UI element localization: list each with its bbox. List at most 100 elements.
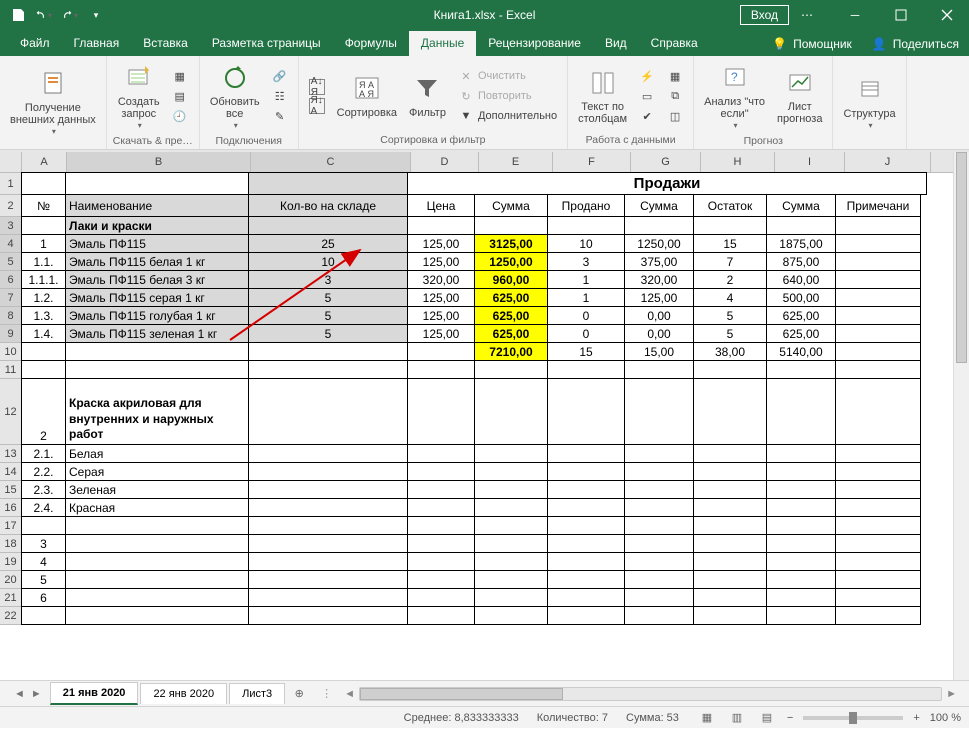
maximize-button[interactable]: [879, 0, 923, 30]
cell-13-A[interactable]: 2.1.: [21, 444, 66, 463]
advanced-filter-button[interactable]: ▼Дополнительно: [454, 107, 561, 125]
col-head-D[interactable]: D: [411, 152, 479, 172]
worksheet[interactable]: ABCDEFGHIJ 1Продажи2№НаименованиеКол-во …: [0, 152, 969, 680]
cell-16-E[interactable]: [474, 498, 548, 517]
cell-7-J[interactable]: [835, 288, 921, 307]
cell-4-G[interactable]: 1250,00: [624, 234, 694, 253]
tab-home[interactable]: Главная: [62, 31, 132, 56]
cell-15-D[interactable]: [407, 480, 475, 499]
cell-13-D[interactable]: [407, 444, 475, 463]
cell-6-B[interactable]: Эмаль ПФ115 белая 3 кг: [65, 270, 249, 289]
cell-20-C[interactable]: [248, 570, 408, 589]
col-head-C[interactable]: C: [251, 152, 411, 172]
cell-11-F[interactable]: [547, 360, 625, 379]
cell-8-E[interactable]: 625,00: [474, 306, 548, 325]
cell-15-A[interactable]: 2.3.: [21, 480, 66, 499]
cell-19-H[interactable]: [693, 552, 767, 571]
cell-16-I[interactable]: [766, 498, 836, 517]
cell-6-D[interactable]: 320,00: [407, 270, 475, 289]
cell-17-H[interactable]: [693, 516, 767, 535]
cell-3-G[interactable]: [624, 216, 694, 235]
relationships-button[interactable]: ⧉: [663, 87, 687, 105]
cell-12-B[interactable]: Краска акриловая для внутренних и наружн…: [65, 378, 249, 445]
refresh-all-button[interactable]: Обновить все: [206, 60, 264, 133]
cell-14-H[interactable]: [693, 462, 767, 481]
cell-16-G[interactable]: [624, 498, 694, 517]
col-head-H[interactable]: H: [701, 152, 775, 172]
cell-22-I[interactable]: [766, 606, 836, 625]
cell-16-J[interactable]: [835, 498, 921, 517]
vertical-scrollbar[interactable]: [953, 152, 969, 680]
tab-data[interactable]: Данные: [409, 31, 476, 56]
cell-13-J[interactable]: [835, 444, 921, 463]
cell-15-H[interactable]: [693, 480, 767, 499]
outline-button[interactable]: Структура: [839, 72, 899, 133]
cell-5-I[interactable]: 875,00: [766, 252, 836, 271]
cell-7-D[interactable]: 125,00: [407, 288, 475, 307]
cell-17-C[interactable]: [248, 516, 408, 535]
cell-5-E[interactable]: 1250,00: [474, 252, 548, 271]
view-normal-button[interactable]: ▦: [697, 710, 717, 726]
tab-nav-prev[interactable]: ◄: [14, 688, 25, 700]
col-head-J[interactable]: J: [845, 152, 931, 172]
cell-4-E[interactable]: 3125,00: [474, 234, 548, 253]
cell-22-E[interactable]: [474, 606, 548, 625]
cell-3-J[interactable]: [835, 216, 921, 235]
cell-12-C[interactable]: [248, 378, 408, 445]
cell-9-E[interactable]: 625,00: [474, 324, 548, 343]
cell-4-J[interactable]: [835, 234, 921, 253]
cell-17-J[interactable]: [835, 516, 921, 535]
cell-20-F[interactable]: [547, 570, 625, 589]
cell-8-D[interactable]: 125,00: [407, 306, 475, 325]
cell-5-G[interactable]: 375,00: [624, 252, 694, 271]
cell-21-G[interactable]: [624, 588, 694, 607]
cell-6-H[interactable]: 2: [693, 270, 767, 289]
cell-7-C[interactable]: 5: [248, 288, 408, 307]
cell-3-C[interactable]: [248, 216, 408, 235]
cell-12-J[interactable]: [835, 378, 921, 445]
horizontal-scrollbar[interactable]: ◄ ►: [332, 687, 969, 701]
cell[interactable]: Примечани: [835, 194, 921, 217]
cell-4-D[interactable]: 125,00: [407, 234, 475, 253]
col-head-E[interactable]: E: [479, 152, 553, 172]
edit-links-button[interactable]: ✎: [268, 107, 292, 125]
tab-nav-next[interactable]: ►: [31, 688, 42, 700]
cell-19-D[interactable]: [407, 552, 475, 571]
cell-5-A[interactable]: 1.1.: [21, 252, 66, 271]
zoom-in-button[interactable]: +: [913, 712, 919, 724]
cell[interactable]: Продано: [547, 194, 625, 217]
cell-18-G[interactable]: [624, 534, 694, 553]
cell-18-H[interactable]: [693, 534, 767, 553]
share-button[interactable]: 👤Поделиться: [862, 32, 969, 56]
redo-icon[interactable]: [62, 7, 78, 23]
cell-7-H[interactable]: 4: [693, 288, 767, 307]
cell-11-H[interactable]: [693, 360, 767, 379]
cell-10-F[interactable]: 15: [547, 342, 625, 361]
cell-4-I[interactable]: 1875,00: [766, 234, 836, 253]
recent-sources-button[interactable]: 🕘: [168, 107, 192, 125]
cell-13-I[interactable]: [766, 444, 836, 463]
cell[interactable]: Кол-во на складе: [248, 194, 408, 217]
clear-filter-button[interactable]: ✕Очистить: [454, 67, 561, 85]
cell-11-A[interactable]: [21, 360, 66, 379]
cell-17-F[interactable]: [547, 516, 625, 535]
tab-layout[interactable]: Разметка страницы: [200, 31, 333, 56]
cell-22-A[interactable]: [21, 606, 66, 625]
cell-5-J[interactable]: [835, 252, 921, 271]
cell-20-H[interactable]: [693, 570, 767, 589]
tab-view[interactable]: Вид: [593, 31, 639, 56]
cell-10-A[interactable]: [21, 342, 66, 361]
data-model-button[interactable]: ◫: [663, 107, 687, 125]
cell-5-B[interactable]: Эмаль ПФ115 белая 1 кг: [65, 252, 249, 271]
cell[interactable]: Остаток: [693, 194, 767, 217]
cell-9-I[interactable]: 625,00: [766, 324, 836, 343]
cell-5-C[interactable]: 10: [248, 252, 408, 271]
cell-22-F[interactable]: [547, 606, 625, 625]
close-button[interactable]: [925, 0, 969, 30]
cell-4-F[interactable]: 10: [547, 234, 625, 253]
col-head-F[interactable]: F: [553, 152, 631, 172]
cell-21-I[interactable]: [766, 588, 836, 607]
cell-19-I[interactable]: [766, 552, 836, 571]
cell-20-D[interactable]: [407, 570, 475, 589]
cell-15-G[interactable]: [624, 480, 694, 499]
